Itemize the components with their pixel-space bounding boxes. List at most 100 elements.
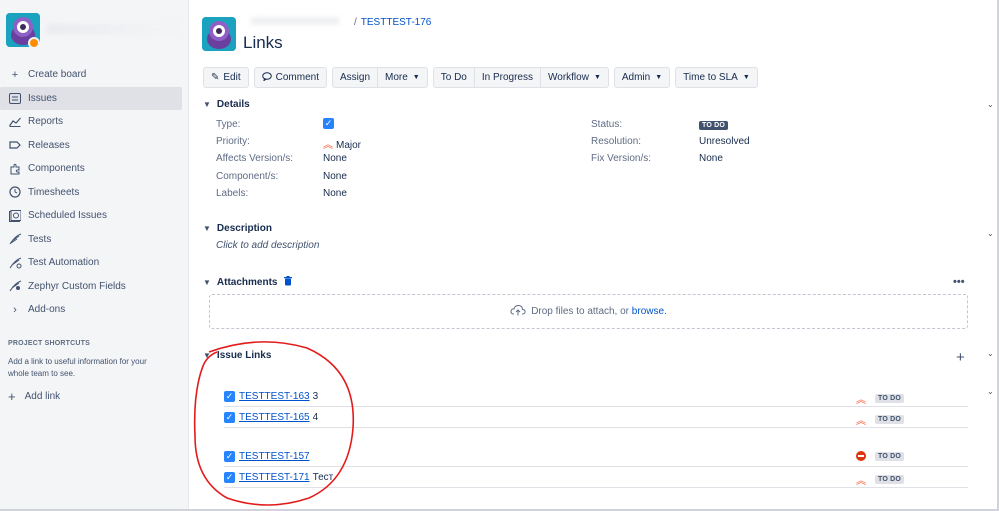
attachments-heading: Attachments [216,277,278,288]
details-heading: Details [216,99,250,110]
project-name [46,24,186,34]
component-value[interactable]: None [323,171,347,182]
plus-icon: + [11,68,19,81]
labels-label: Labels: [216,188,249,199]
test-automation-icon [8,256,22,270]
chevron-down-icon: ▼ [203,278,211,287]
pencil-icon: ✎ [211,72,220,83]
chevron-down-icon[interactable]: ⌄ [987,349,994,358]
edit-label: Edit [223,72,241,83]
status-badge: TO DO [875,394,905,403]
sidebar-item-issues[interactable]: Issues [0,86,182,110]
sidebar-item-label: Zephyr Custom Fields [28,280,126,292]
sidebar-item-zephyr-custom-fields[interactable]: Zephyr Custom Fields [0,275,189,299]
edit-button[interactable]: ✎ Edit [203,67,249,88]
issue-link-meta: ︽ TO DO [856,472,905,487]
workflow-button[interactable]: Workflow ▼ [541,67,609,88]
assign-button[interactable]: Assign [331,67,378,88]
time-to-sla-label: Time to SLA [683,72,738,83]
component-label: Component/s: [216,171,279,182]
sidebar-item-label: Components [28,163,85,175]
sidebar-item-add-ons[interactable]: › Add-ons [0,298,189,322]
to-do-button[interactable]: To Do [432,67,475,88]
chevron-down-icon[interactable]: ⌄ [987,387,994,396]
affects-version-value[interactable]: None [323,153,347,164]
releases-icon [8,138,22,152]
sidebar-item-test-automation[interactable]: Test Automation [0,251,189,275]
chevron-down-icon[interactable]: ⌄ [987,100,994,109]
more-options-icon[interactable]: ••• [953,276,965,288]
admin-label: Admin [621,72,651,83]
labels-field: Labels: [216,188,248,199]
chevron-down-icon: ▼ [742,74,750,81]
sidebar-item-components[interactable]: Components [0,157,189,181]
trash-icon[interactable] [283,276,292,289]
component-field: Component/s: [216,171,278,182]
status-badge: TO DO [875,475,905,484]
affects-version-field: Affects Version/s: [216,153,293,164]
resolution-value: Unresolved [699,136,750,147]
issue-link-meta: ︽ TO DO [856,391,905,406]
sidebar-item-scheduled-issues[interactable]: Scheduled Issues [0,204,189,228]
dropzone-text: Drop files to attach, or [531,306,630,317]
cloud-upload-icon [510,304,526,319]
priority-major-icon: ︽ [856,395,866,406]
breadcrumb-project[interactable] [250,17,340,25]
issue-project-avatar[interactable] [202,17,236,51]
admin-button[interactable]: Admin ▼ [613,67,671,88]
issue-link-meta: TO DO [856,451,905,461]
chevron-down-icon: ▼ [412,74,420,81]
workflow-label: Workflow [548,72,589,83]
chevron-down-icon[interactable]: ⌄ [987,229,994,238]
time-to-sla-button[interactable]: Time to SLA ▼ [675,67,758,88]
add-link-button[interactable]: + Add link [8,389,60,404]
project-shortcuts-heading: PROJECT SHORTCUTS [8,340,90,347]
sidebar-item-label: Timesheets [28,186,80,198]
priority-value[interactable]: ︽ Major [323,136,361,151]
plus-icon: + [8,389,16,404]
component-text: None [323,171,347,182]
chevron-down-icon: ▼ [203,100,211,109]
status-badge: TO DO [875,415,905,424]
labels-value[interactable]: None [323,188,347,199]
timesheets-icon [8,185,22,199]
sidebar-item-label: Test Automation [28,257,100,269]
chevron-down-icon: ▼ [203,224,211,233]
priority-major-icon: ︽ [323,140,333,151]
sidebar-item-releases[interactable]: Releases [0,134,189,158]
toolbar: ✎ Edit Comment Assign More ▼ To Do In Pro… [203,67,763,88]
comment-button[interactable]: Comment [253,67,327,88]
priority-major-icon: ︽ [856,416,866,427]
sidebar-item-create-board[interactable]: + Create board [0,63,189,87]
details-section-toggle[interactable]: ▼ Details [203,99,250,110]
in-progress-button[interactable]: In Progress [474,67,541,88]
sidebar-item-label: Releases [28,139,70,151]
resolution-field: Resolution: [591,136,641,147]
priority-text: Major [336,140,362,151]
to-do-label: To Do [440,72,467,83]
attachment-dropzone[interactable]: Drop files to attach, or browse. [209,294,968,329]
sidebar-item-label: Reports [28,116,64,128]
fix-version-text: None [699,153,723,164]
description-placeholder[interactable]: Click to add description [216,240,319,251]
task-type-icon: ✓ [323,118,334,129]
labels-text: None [323,188,347,199]
sidebar-item-timesheets[interactable]: Timesheets [0,181,189,205]
browse-link[interactable]: browse. [632,306,667,317]
breadcrumb-issue-key[interactable]: TESTTEST-176 [361,17,432,28]
chevron-down-icon: ▼ [593,74,601,81]
sidebar-item-reports[interactable]: Reports [0,110,189,134]
description-section-toggle[interactable]: ▼ Description [203,223,272,234]
scheduled-issues-icon [8,209,22,223]
fix-version-field: Fix Version/s: [591,153,651,164]
more-button[interactable]: More ▼ [378,67,428,88]
description-heading: Description [216,223,272,234]
sidebar: + Create board Issues Reports Releases C… [0,0,189,511]
in-progress-label: In Progress [481,72,533,83]
fix-version-value[interactable]: None [699,153,723,164]
add-issue-link-icon[interactable]: + [956,349,965,366]
assign-label: Assign [339,72,370,83]
page-title: Links [243,33,283,52]
sidebar-item-tests[interactable]: Tests [0,228,189,252]
attachments-section-toggle[interactable]: ▼ Attachments [203,276,292,289]
